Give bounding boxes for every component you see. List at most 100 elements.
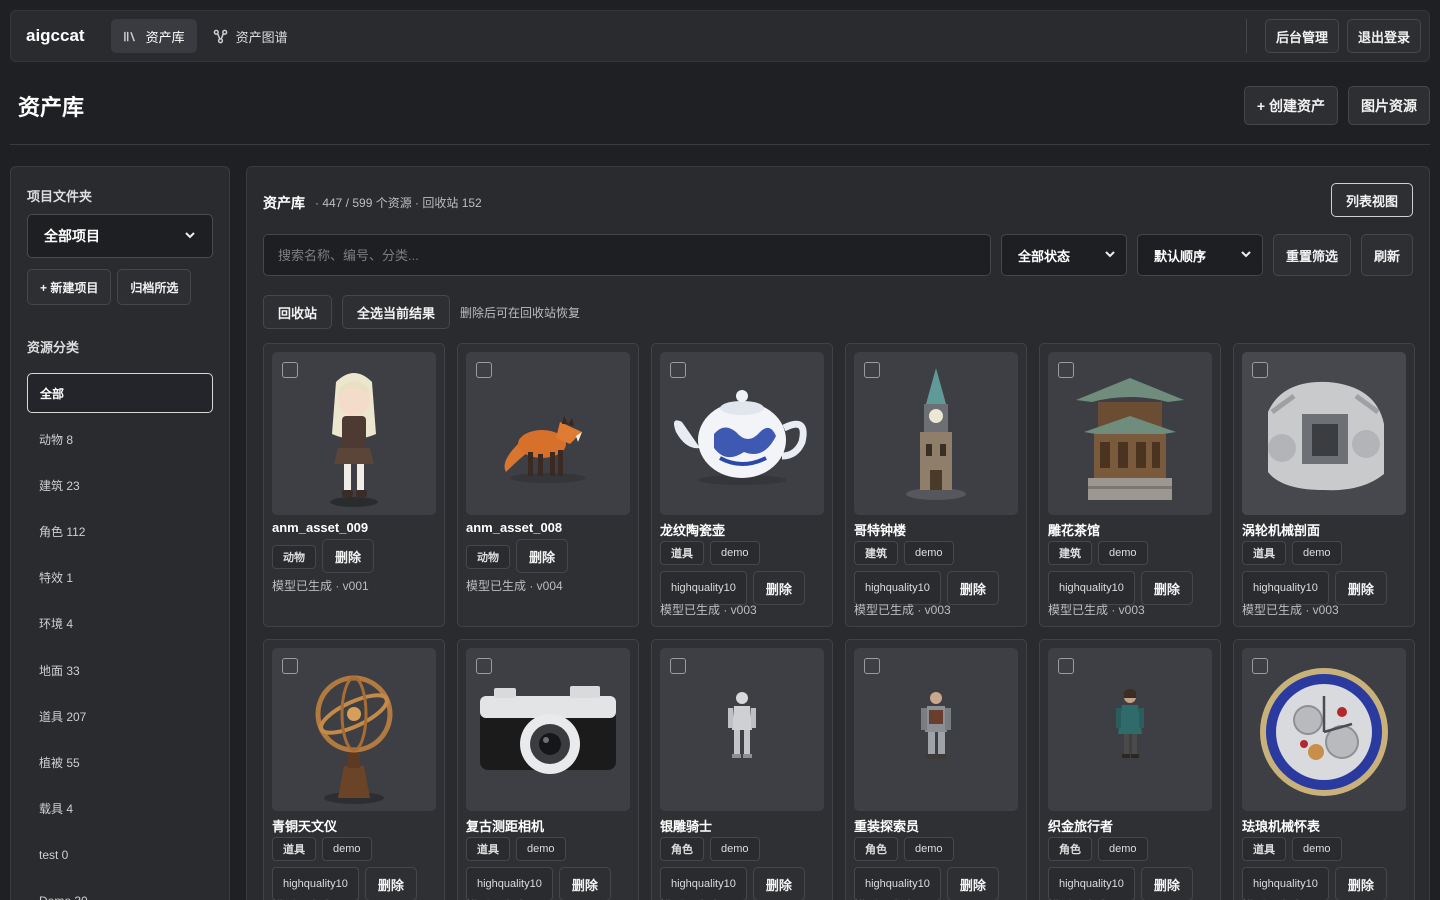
select-checkbox[interactable] <box>282 362 298 378</box>
label-tag[interactable]: demo <box>710 541 760 565</box>
asset-name[interactable]: anm_asset_009 <box>272 520 368 535</box>
category-tag[interactable]: 道具 <box>1242 837 1286 861</box>
select-checkbox[interactable] <box>1252 362 1268 378</box>
select-checkbox[interactable] <box>1252 658 1268 674</box>
asset-card[interactable]: anm_asset_008 动物 删除 模型已生成 · v004 <box>457 343 639 627</box>
quality-tag[interactable]: highquality10 <box>854 571 941 605</box>
label-tag[interactable]: demo <box>1292 837 1342 861</box>
asset-card[interactable]: 复古测距相机 道具demohighquality10删除 模型已生成 · v00… <box>457 639 639 900</box>
asset-card[interactable]: 珐琅机械怀表 道具demohighquality10删除 模型已生成 · v00… <box>1233 639 1415 900</box>
category-tag[interactable]: 道具 <box>1242 541 1286 565</box>
category-item-vehicle[interactable]: 载具 4 <box>27 789 213 829</box>
new-project-button[interactable]: + 新建项目 <box>27 269 112 305</box>
asset-card[interactable]: 青铜天文仪 道具demohighquality10删除 模型已生成 · v003 <box>263 639 445 900</box>
asset-name[interactable]: 珐琅机械怀表 <box>1242 816 1320 835</box>
asset-name[interactable]: 青铜天文仪 <box>272 816 337 835</box>
quality-tag[interactable]: highquality10 <box>660 867 747 900</box>
label-tag[interactable]: demo <box>710 837 760 861</box>
select-checkbox[interactable] <box>476 362 492 378</box>
category-tag[interactable]: 动物 <box>272 545 316 569</box>
reset-filter-button[interactable]: 重置筛选 <box>1273 234 1352 276</box>
asset-card[interactable]: 重装探索员 角色demohighquality10删除 模型已生成 · v003 <box>845 639 1027 900</box>
category-item-prop[interactable]: 道具 207 <box>27 696 213 736</box>
admin-button[interactable]: 后台管理 <box>1264 19 1339 53</box>
quality-tag[interactable]: highquality10 <box>1048 571 1135 605</box>
category-item-vegetation[interactable]: 植被 55 <box>27 743 213 783</box>
select-checkbox[interactable] <box>670 658 686 674</box>
category-tag[interactable]: 建筑 <box>1048 541 1092 565</box>
order-select[interactable]: 默认顺序 <box>1137 234 1263 276</box>
label-tag[interactable]: demo <box>1098 837 1148 861</box>
status-select[interactable]: 全部状态 <box>1001 234 1127 276</box>
asset-name[interactable]: 雕花茶馆 <box>1048 520 1100 539</box>
asset-name[interactable]: anm_asset_008 <box>466 520 562 535</box>
archive-selected-button[interactable]: 归档所选 <box>117 269 192 305</box>
select-checkbox[interactable] <box>1058 658 1074 674</box>
asset-name[interactable]: 哥特钟楼 <box>854 520 906 539</box>
recycle-bin-button[interactable]: 回收站 <box>263 295 333 329</box>
asset-name[interactable]: 织金旅行者 <box>1048 816 1113 835</box>
label-tag[interactable]: demo <box>904 541 954 565</box>
image-resources-button[interactable]: 图片资源 <box>1348 86 1430 125</box>
nav-asset-library[interactable]: 资产库 <box>110 19 197 53</box>
delete-button[interactable]: 删除 <box>946 867 999 900</box>
search-input[interactable] <box>263 234 991 276</box>
asset-card[interactable]: anm_asset_009 动物 删除 模型已生成 · v001 <box>263 343 445 627</box>
label-tag[interactable]: demo <box>1292 541 1342 565</box>
delete-button[interactable]: 删除 <box>516 539 569 573</box>
category-item-ground[interactable]: 地面 33 <box>27 650 213 690</box>
category-item-all[interactable]: 全部 <box>27 373 213 413</box>
select-checkbox[interactable] <box>864 658 880 674</box>
quality-tag[interactable]: highquality10 <box>1048 867 1135 900</box>
category-item-demo[interactable]: Demo 30 <box>27 881 213 900</box>
list-view-button[interactable]: 列表视图 <box>1330 183 1413 217</box>
category-tag[interactable]: 动物 <box>466 545 510 569</box>
asset-name[interactable]: 涡轮机械剖面 <box>1242 520 1320 539</box>
brand-logo[interactable]: aigccat <box>26 26 85 46</box>
delete-button[interactable]: 删除 <box>364 867 417 900</box>
category-tag[interactable]: 道具 <box>660 541 704 565</box>
label-tag[interactable]: demo <box>904 837 954 861</box>
project-folder-select[interactable]: 全部项目 <box>27 214 213 258</box>
select-checkbox[interactable] <box>670 362 686 378</box>
category-item-effect[interactable]: 特效 1 <box>27 558 213 598</box>
category-tag[interactable]: 建筑 <box>854 541 898 565</box>
nav-asset-graph[interactable]: 资产图谱 <box>201 19 300 53</box>
label-tag[interactable]: demo <box>1098 541 1148 565</box>
category-item-building[interactable]: 建筑 23 <box>27 465 213 505</box>
delete-button[interactable]: 删除 <box>1334 867 1387 900</box>
label-tag[interactable]: demo <box>516 837 566 861</box>
category-item-animal[interactable]: 动物 8 <box>27 419 213 459</box>
select-checkbox[interactable] <box>864 362 880 378</box>
category-item-character[interactable]: 角色 112 <box>27 512 213 552</box>
label-tag[interactable]: demo <box>322 837 372 861</box>
category-item-test[interactable]: test 0 <box>27 835 213 875</box>
asset-card[interactable]: 哥特钟楼 建筑 demo highquality10 删除 模型已生成 · v003 <box>845 343 1027 627</box>
select-checkbox[interactable] <box>476 658 492 674</box>
create-asset-button[interactable]: + 创建资产 <box>1243 86 1338 125</box>
delete-button[interactable]: 删除 <box>752 867 805 900</box>
delete-button[interactable]: 删除 <box>946 571 999 605</box>
category-tag[interactable]: 道具 <box>466 837 510 861</box>
asset-card[interactable]: 龙纹陶瓷壶 道具 demo highquality10 删除 模型已生成 · v003 <box>651 343 833 627</box>
quality-tag[interactable]: highquality10 <box>1242 867 1329 900</box>
quality-tag[interactable]: highquality10 <box>854 867 941 900</box>
delete-button[interactable]: 删除 <box>322 539 375 573</box>
delete-button[interactable]: 删除 <box>1140 867 1193 900</box>
asset-name[interactable]: 重装探索员 <box>854 816 919 835</box>
asset-card[interactable]: 银雕骑士 角色demohighquality10删除 模型已生成 · v003 <box>651 639 833 900</box>
asset-name[interactable]: 复古测距相机 <box>466 816 544 835</box>
category-tag[interactable]: 道具 <box>272 837 316 861</box>
category-tag[interactable]: 角色 <box>854 837 898 861</box>
asset-name[interactable]: 龙纹陶瓷壶 <box>660 520 725 539</box>
asset-card[interactable]: 涡轮机械剖面 道具 demo highquality10 删除 模型已生成 · v00… <box>1233 343 1415 627</box>
category-tag[interactable]: 角色 <box>1048 837 1092 861</box>
delete-button[interactable]: 删除 <box>752 571 805 605</box>
delete-button[interactable]: 删除 <box>1140 571 1193 605</box>
quality-tag[interactable]: highquality10 <box>272 867 359 900</box>
asset-name[interactable]: 银雕骑士 <box>660 816 712 835</box>
category-tag[interactable]: 角色 <box>660 837 704 861</box>
quality-tag[interactable]: highquality10 <box>660 571 747 605</box>
asset-card[interactable]: 织金旅行者 角色demohighquality10删除 模型已生成 · v003 <box>1039 639 1221 900</box>
logout-button[interactable]: 退出登录 <box>1346 19 1421 53</box>
